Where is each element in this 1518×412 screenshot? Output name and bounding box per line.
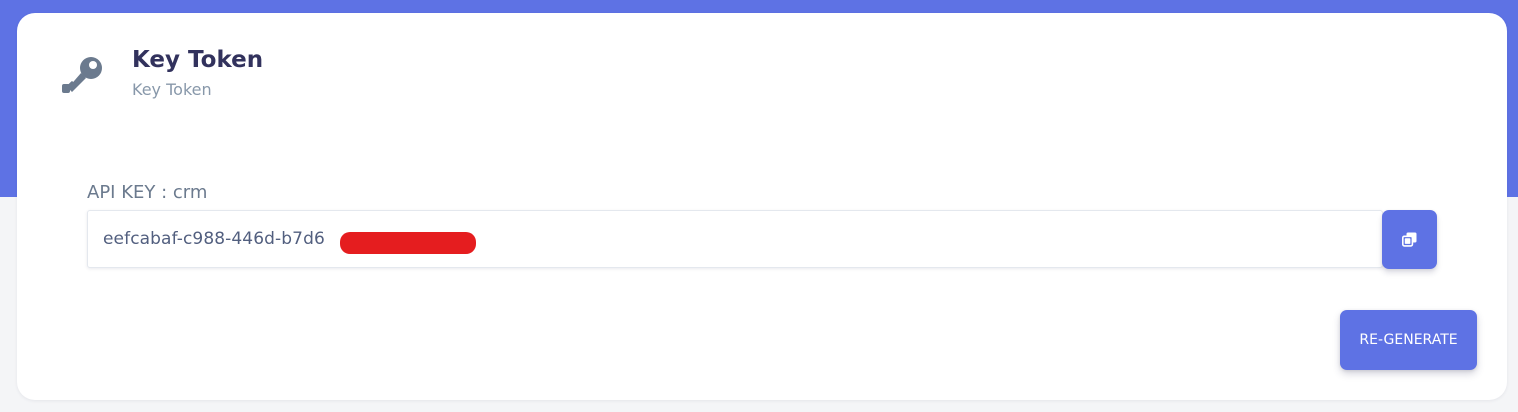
redaction-mark xyxy=(340,232,476,254)
copy-button[interactable] xyxy=(1382,210,1437,269)
api-key-value: eefcabaf-c988-446d-b7d6 xyxy=(103,229,325,249)
key-token-card: Key Token Key Token API KEY : crm eefcab… xyxy=(17,13,1507,400)
page-subtitle: Key Token xyxy=(132,80,212,99)
api-key-field[interactable]: eefcabaf-c988-446d-b7d6 xyxy=(87,210,1383,268)
key-icon xyxy=(60,51,108,99)
regenerate-button[interactable]: RE-GENERATE xyxy=(1340,310,1477,370)
api-key-label: API KEY : crm xyxy=(87,182,208,203)
page-title: Key Token xyxy=(132,47,264,73)
copy-icon xyxy=(1402,232,1417,247)
